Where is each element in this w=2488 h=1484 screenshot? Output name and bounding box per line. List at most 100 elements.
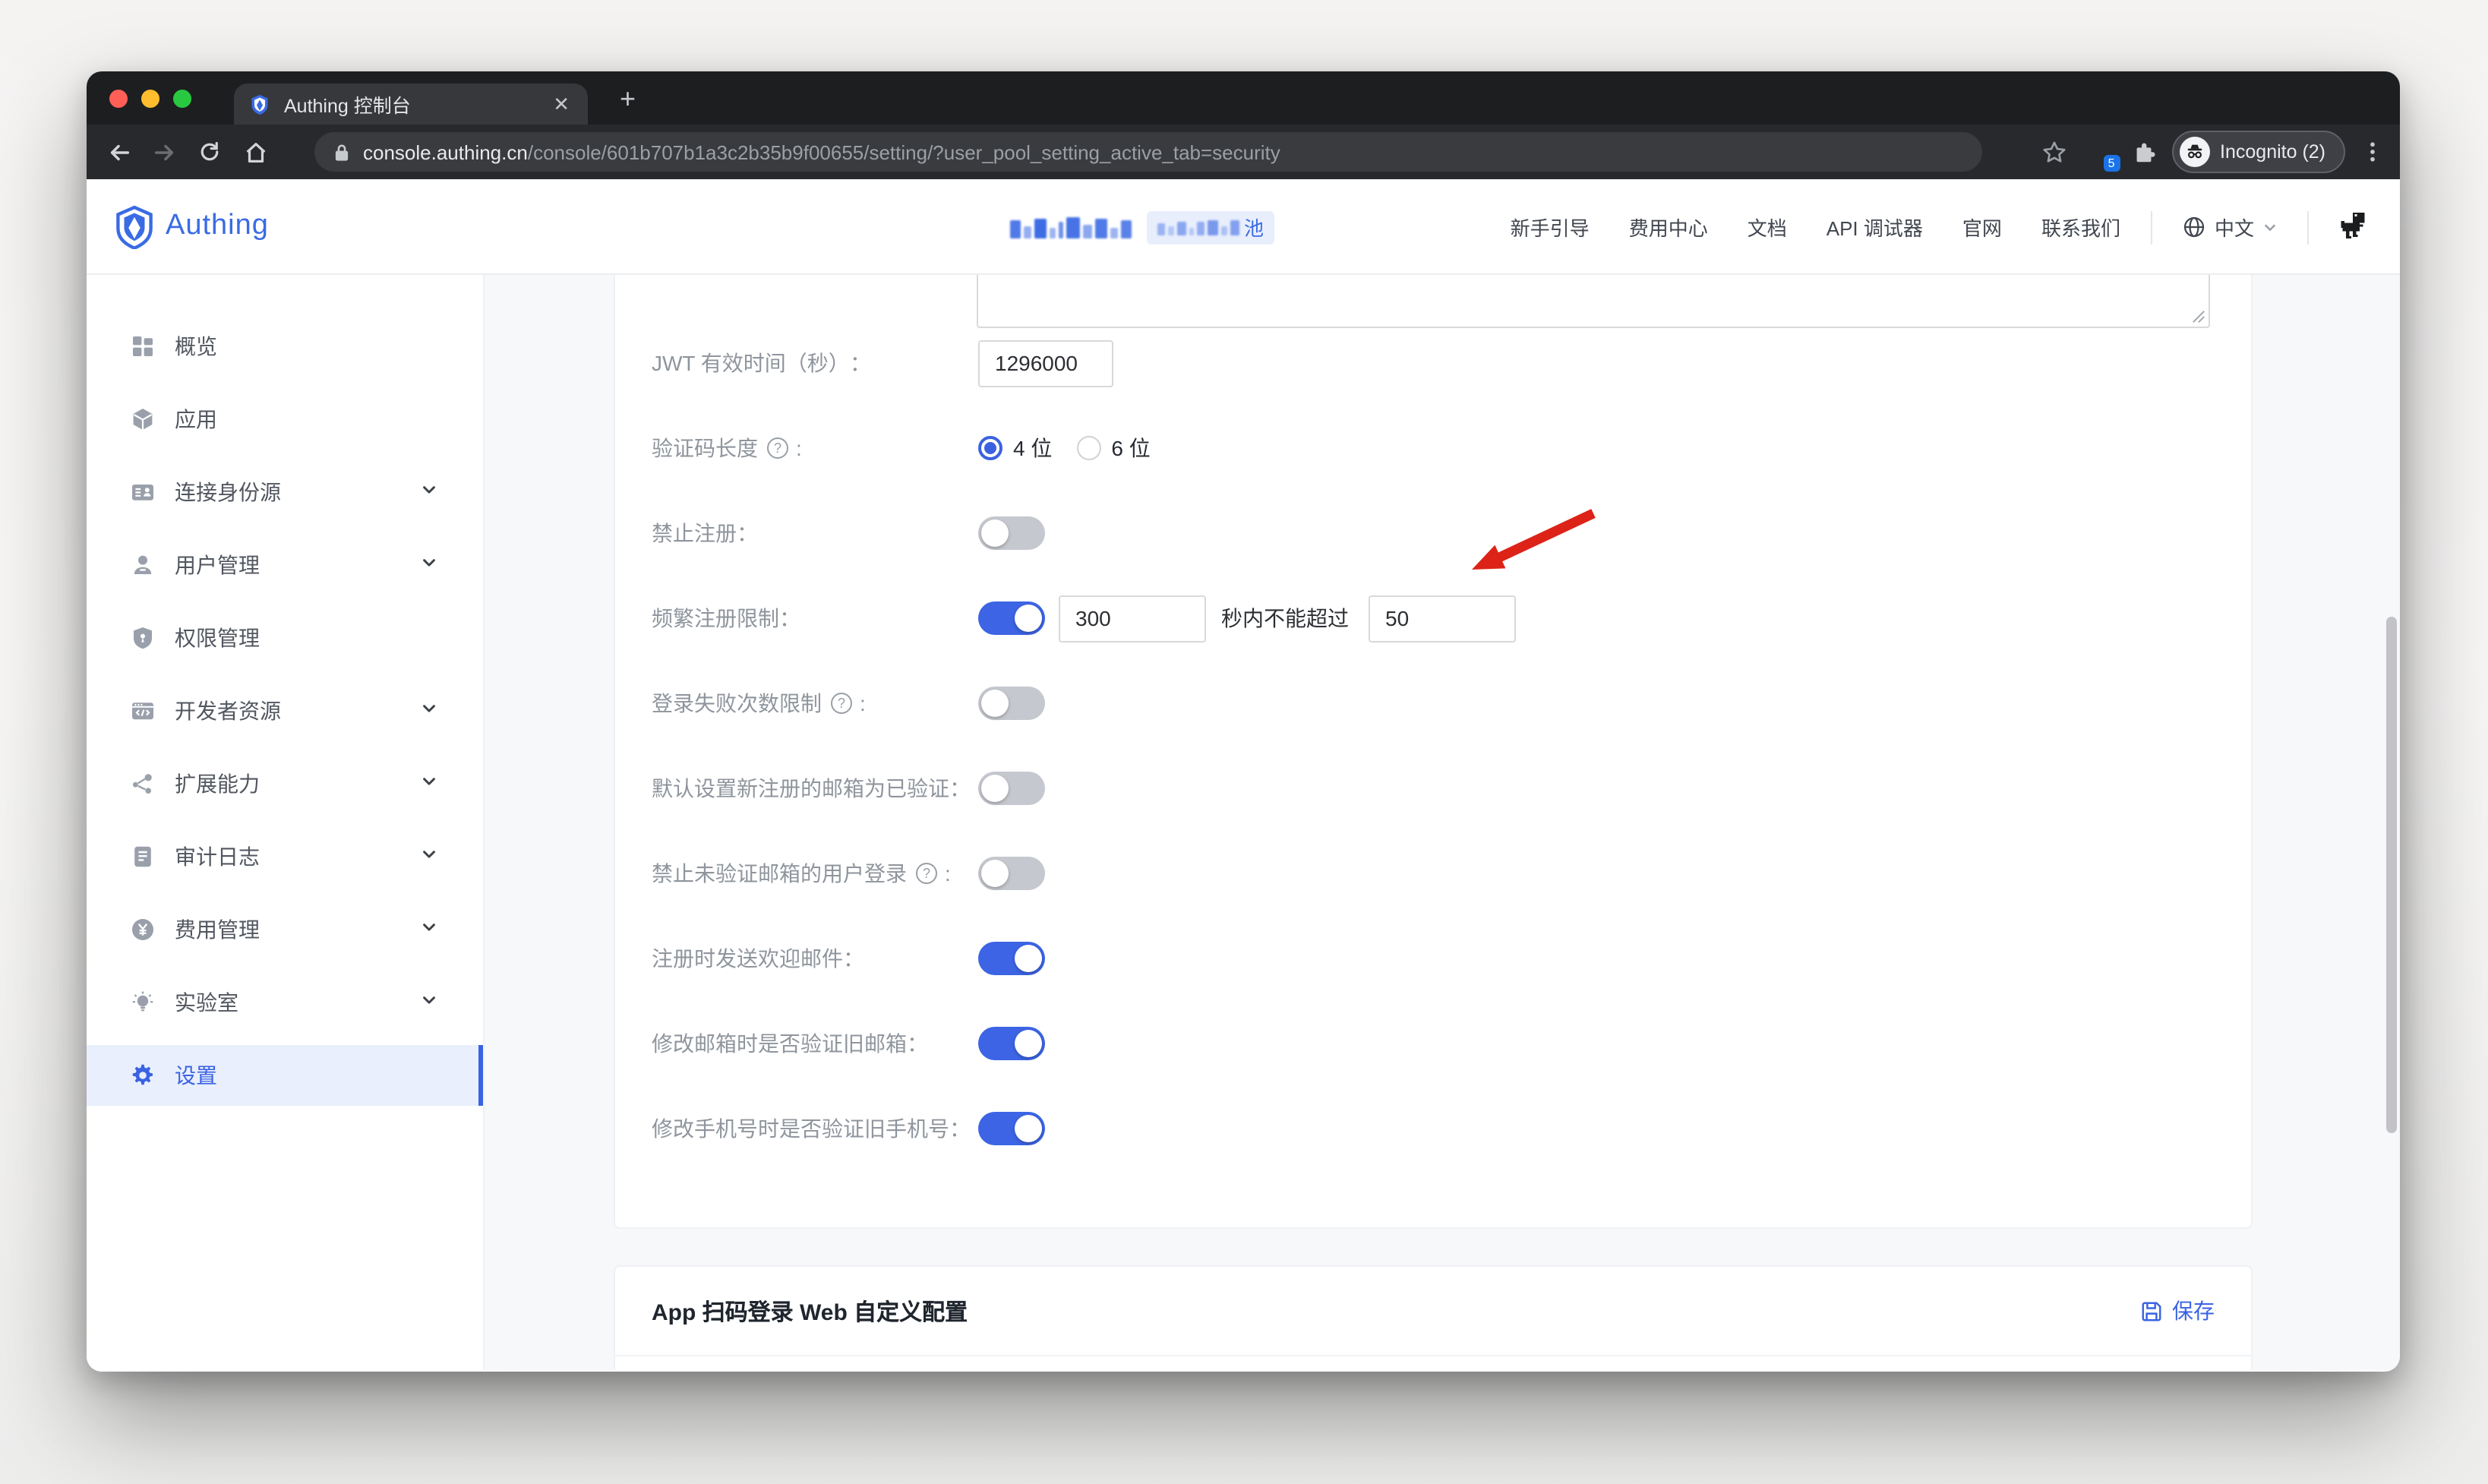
radio-label: 4 位 bbox=[1013, 433, 1052, 463]
sidebar-item-user-management[interactable]: 用户管理 bbox=[87, 535, 483, 595]
header-nav-item-1[interactable]: 费用中心 bbox=[1629, 213, 1708, 242]
code-window-icon bbox=[129, 698, 155, 724]
sidebar-item-settings[interactable]: 设置 bbox=[87, 1045, 483, 1106]
gear-icon bbox=[129, 1062, 155, 1088]
extensions-puzzle-icon[interactable] bbox=[2130, 139, 2156, 165]
scrollbar-thumb[interactable] bbox=[2386, 617, 2397, 1133]
back-icon[interactable] bbox=[96, 131, 141, 173]
verify-old-phone-toggle[interactable] bbox=[978, 1112, 1045, 1145]
jwt-ttl-input[interactable] bbox=[978, 339, 1113, 387]
browser-tab[interactable]: Authing 控制台 ✕ bbox=[234, 84, 588, 125]
sidebar-item-extensions[interactable]: 扩展能力 bbox=[87, 753, 483, 814]
form-control bbox=[978, 857, 1045, 890]
form-row-block-unverified-email-login: 禁止未验证邮箱的用户登录?: bbox=[652, 831, 2216, 916]
header-nav-item-0[interactable]: 新手引导 bbox=[1511, 213, 1590, 242]
form-label-colon: : bbox=[860, 691, 866, 715]
toggle-knob bbox=[1015, 1115, 1042, 1142]
form-control bbox=[978, 339, 1113, 387]
sidebar-item-applications[interactable]: 应用 bbox=[87, 389, 483, 450]
yuan-coin-icon bbox=[129, 917, 155, 942]
sidebar-item-identity-sources[interactable]: 连接身份源 bbox=[87, 462, 483, 523]
incognito-badge[interactable]: Incognito (2) bbox=[2171, 131, 2345, 173]
save-button[interactable]: 保存 bbox=[2140, 1296, 2215, 1326]
menu-dots-icon[interactable] bbox=[2360, 140, 2385, 164]
form-label: 验证码长度?: bbox=[652, 433, 802, 463]
bookmark-star-icon[interactable] bbox=[2041, 139, 2066, 165]
form-label-colon: : bbox=[796, 436, 802, 460]
dino-icon[interactable] bbox=[2339, 212, 2366, 242]
maximize-window-button[interactable] bbox=[173, 89, 191, 107]
help-icon[interactable]: ? bbox=[916, 863, 937, 884]
close-window-button[interactable] bbox=[109, 89, 128, 107]
block-unverified-email-login-toggle[interactable] bbox=[978, 857, 1045, 890]
form-label: 登录失败次数限制?: bbox=[652, 688, 866, 718]
frequent-signup-limit-toggle[interactable] bbox=[978, 601, 1045, 635]
divider bbox=[2307, 210, 2309, 244]
email-verified-default-toggle[interactable] bbox=[978, 772, 1045, 805]
help-icon[interactable]: ? bbox=[831, 693, 852, 714]
sidebar-item-developer-resources[interactable]: 开发者资源 bbox=[87, 680, 483, 741]
form-label-text: 修改手机号时是否验证旧手机号 bbox=[652, 1113, 949, 1144]
form-row-frequent-signup-limit: 频繁注册限制：秒内不能超过 bbox=[652, 576, 2216, 661]
authing-logo[interactable]: Authing bbox=[114, 204, 269, 248]
sidebar-item-audit-logs[interactable]: 审计日志 bbox=[87, 826, 483, 887]
form-label-text: JWT 有效时间（秒） bbox=[652, 348, 850, 378]
sidebar-item-billing[interactable]: 费用管理 bbox=[87, 899, 483, 960]
login-fail-limit-toggle[interactable] bbox=[978, 687, 1045, 720]
app-body: 概览应用连接身份源用户管理权限管理开发者资源扩展能力审计日志费用管理实验室设置 … bbox=[87, 275, 2400, 1370]
url-path: /console/601b707b1a3c2b35b9f00655/settin… bbox=[528, 141, 1280, 163]
header-nav-item-3[interactable]: API 调试器 bbox=[1827, 213, 1923, 242]
form-label-text: 禁止未验证邮箱的用户登录 bbox=[652, 858, 907, 889]
traffic-lights bbox=[109, 89, 191, 107]
language-label: 中文 bbox=[2215, 213, 2254, 242]
chevron-down-icon bbox=[421, 916, 437, 943]
sidebar-item-label: 概览 bbox=[175, 331, 437, 362]
address-bar[interactable]: console.authing.cn/console/601b707b1a3c2… bbox=[314, 132, 1982, 172]
new-tab-button[interactable]: + bbox=[609, 79, 646, 120]
frequent-signup-limit-seconds-input[interactable] bbox=[1059, 595, 1206, 642]
chevron-down-icon bbox=[421, 478, 437, 506]
form-label-colon: ： bbox=[737, 518, 758, 548]
form-row-login-fail-limit: 登录失败次数限制?: bbox=[652, 661, 2216, 746]
tab-close-icon[interactable]: ✕ bbox=[550, 91, 573, 117]
form-label: JWT 有效时间（秒）： bbox=[652, 348, 871, 378]
form-label-colon: ： bbox=[949, 773, 971, 804]
form-label-colon: ： bbox=[850, 348, 871, 378]
minimize-window-button[interactable] bbox=[141, 89, 159, 107]
form-row-disable-signup: 禁止注册： bbox=[652, 491, 2216, 576]
security-form: JWT 有效时间（秒）：验证码长度?:4 位6 位禁止注册：频繁注册限制：秒内不… bbox=[652, 320, 2216, 1171]
frequent-signup-limit-count-input[interactable] bbox=[1369, 595, 1516, 642]
pool-suffix: 池 bbox=[1244, 213, 1264, 242]
profile-avatar[interactable]: 5 bbox=[2082, 135, 2115, 169]
main-content: JWT 有效时间（秒）：验证码长度?:4 位6 位禁止注册：频繁注册限制：秒内不… bbox=[485, 275, 2400, 1370]
radio-label: 6 位 bbox=[1111, 433, 1150, 463]
url-text: console.authing.cn/console/601b707b1a3c2… bbox=[363, 141, 1280, 163]
shield-icon bbox=[129, 625, 155, 651]
sidebar-item-permission-management[interactable]: 权限管理 bbox=[87, 608, 483, 668]
disable-signup-toggle[interactable] bbox=[978, 516, 1045, 550]
sidebar-item-overview[interactable]: 概览 bbox=[87, 316, 483, 377]
form-control bbox=[978, 772, 1045, 805]
header-nav-item-4[interactable]: 官网 bbox=[1962, 213, 2002, 242]
language-switcher[interactable]: 中文 bbox=[2183, 213, 2277, 242]
help-icon[interactable]: ? bbox=[767, 437, 788, 459]
radio-option-1[interactable]: 6 位 bbox=[1076, 433, 1150, 463]
share-nodes-icon bbox=[129, 771, 155, 797]
radio-option-0[interactable]: 4 位 bbox=[978, 433, 1052, 463]
user-pool-switcher[interactable]: 池 bbox=[1010, 179, 1274, 275]
form-label: 默认设置新注册的邮箱为已验证： bbox=[652, 773, 971, 804]
verify-old-email-toggle[interactable] bbox=[978, 1027, 1045, 1060]
radio-icon bbox=[1076, 436, 1100, 460]
toggle-knob bbox=[1015, 945, 1042, 972]
header-nav-item-2[interactable]: 文档 bbox=[1748, 213, 1787, 242]
radio-selected-icon bbox=[978, 436, 1002, 460]
forward-icon[interactable] bbox=[141, 131, 187, 173]
home-icon[interactable] bbox=[232, 131, 278, 173]
reload-icon[interactable] bbox=[187, 131, 232, 173]
desktop: Authing 控制台 ✕ + console.authing.cn/conso… bbox=[0, 0, 2488, 1484]
header-nav-item-5[interactable]: 联系我们 bbox=[2041, 213, 2120, 242]
sidebar-item-lab[interactable]: 实验室 bbox=[87, 972, 483, 1033]
welcome-email-toggle[interactable] bbox=[978, 942, 1045, 975]
form-row-otp-length: 验证码长度?: 4 位 6 位 bbox=[652, 406, 2216, 491]
form-control bbox=[978, 942, 1045, 975]
